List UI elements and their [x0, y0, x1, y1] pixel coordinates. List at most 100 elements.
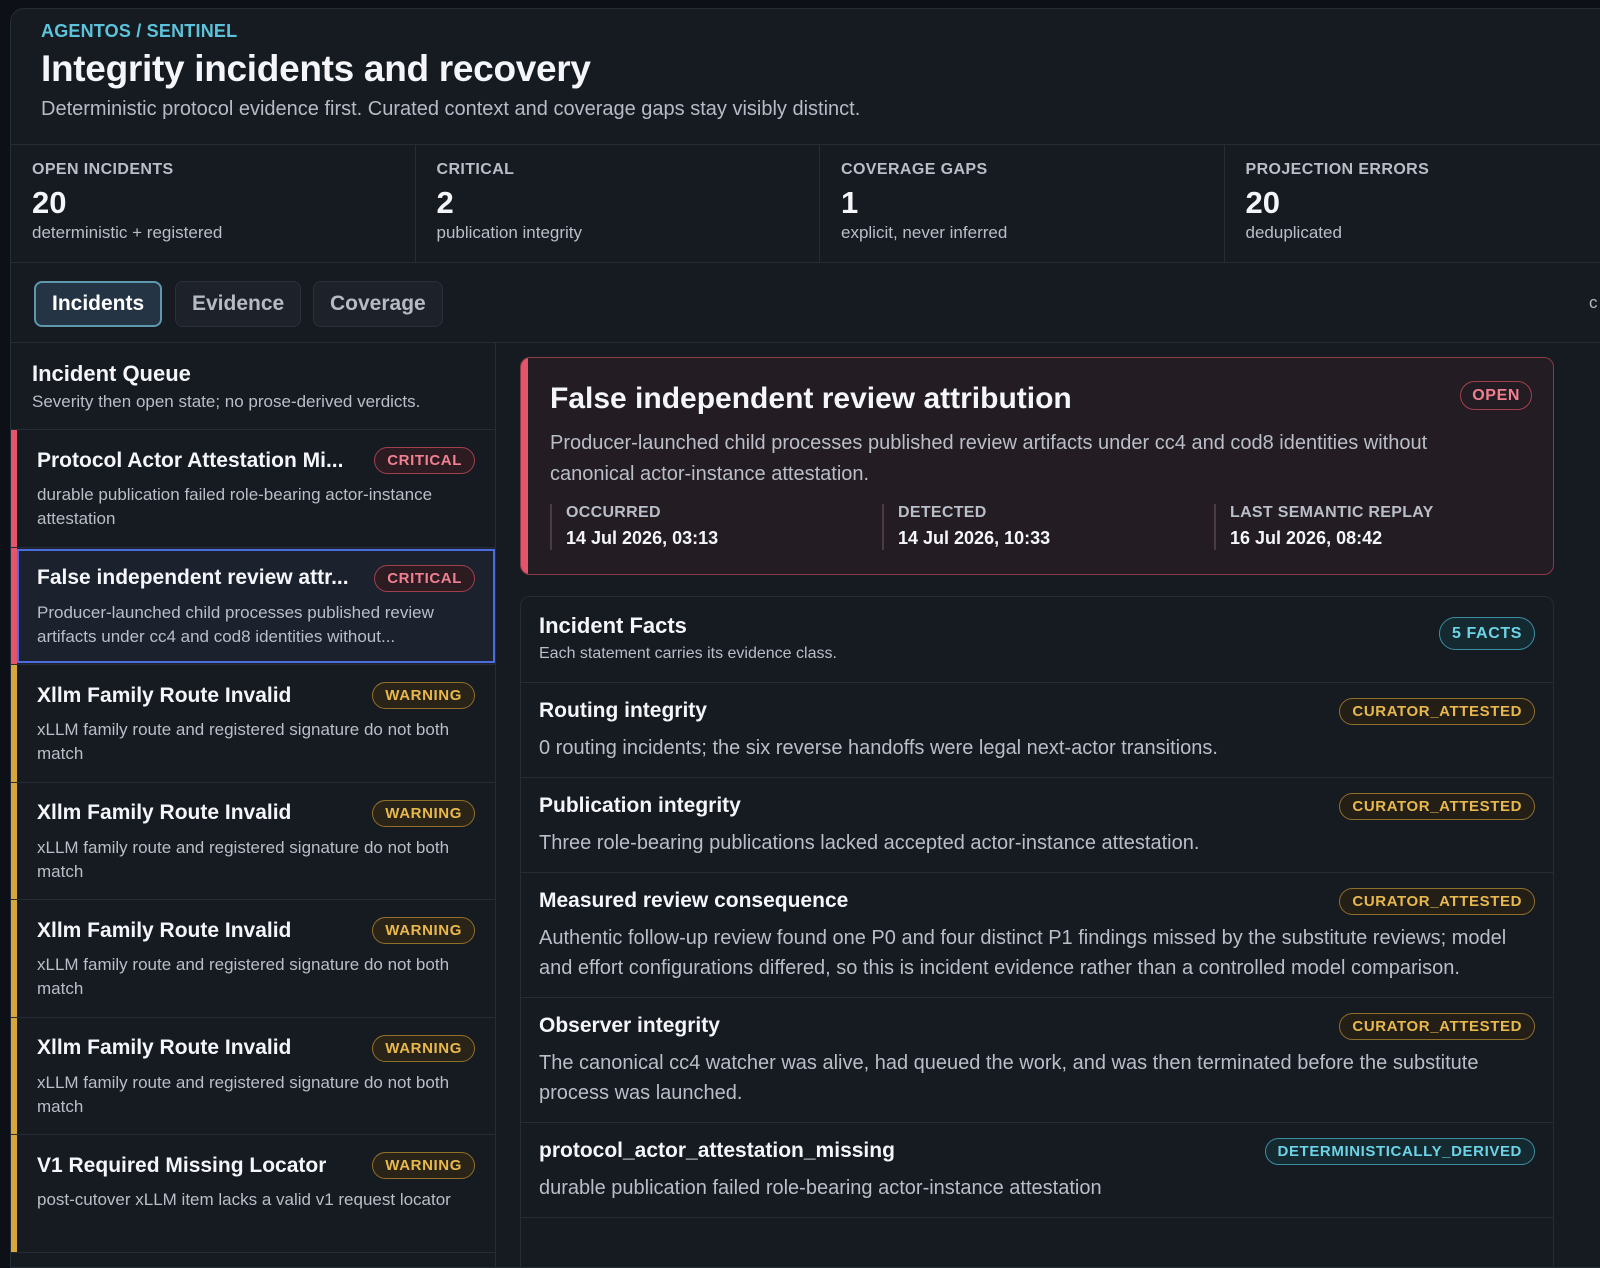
queue-item[interactable]: Protocol Actor Attestation Mi... CRITICA…: [11, 430, 495, 548]
queue-item[interactable]: Xllm Family Route Invalid WARNING xLLM f…: [11, 1018, 495, 1136]
severity-bar: [521, 358, 528, 574]
queue-item-desc: durable publication failed role-bearing …: [37, 483, 475, 531]
meta-label: DETECTED: [898, 504, 1214, 522]
severity-badge: WARNING: [372, 682, 475, 709]
stat-note: deterministic + registered: [32, 223, 394, 243]
queue-item-title: Protocol Actor Attestation Mi...: [37, 449, 343, 473]
queue-item[interactable]: V1 Required Missing Locator WARNING post…: [11, 1135, 495, 1253]
stat-value: 1: [841, 185, 1203, 221]
severity-bar: [11, 430, 17, 547]
page-header: AGENTOS / SENTINEL Integrity incidents a…: [11, 9, 1600, 145]
fact-text: durable publication failed role-bearing …: [539, 1173, 1529, 1203]
evidence-class-badge: CURATOR_ATTESTED: [1339, 1013, 1535, 1040]
stat-label: OPEN INCIDENTS: [32, 161, 394, 179]
meta-label: OCCURRED: [566, 504, 882, 522]
stat-value: 20: [1246, 185, 1600, 221]
severity-bar: [11, 1018, 17, 1135]
severity-badge: WARNING: [372, 1152, 475, 1179]
severity-badge: WARNING: [372, 917, 475, 944]
meta-label: LAST SEMANTIC REPLAY: [1230, 504, 1546, 522]
facts-header: Incident Facts Each statement carries it…: [521, 597, 1553, 683]
tab-bar: Incidents Evidence Coverage c: [11, 263, 1600, 343]
fact-text: Authentic follow-up review found one P0 …: [539, 923, 1529, 983]
evidence-class-badge: CURATOR_ATTESTED: [1339, 888, 1535, 915]
severity-badge: CRITICAL: [374, 565, 475, 592]
tabbar-edge-text[interactable]: c: [1589, 293, 1598, 313]
tab-evidence[interactable]: Evidence: [175, 281, 301, 327]
queue-title: Incident Queue: [32, 361, 474, 387]
stat-note: explicit, never inferred: [841, 223, 1203, 243]
fact-row: Measured review consequence CURATOR_ATTE…: [521, 873, 1553, 998]
fact-text: 0 routing incidents; the six reverse han…: [539, 733, 1529, 763]
app-window: AGENTOS / SENTINEL Integrity incidents a…: [10, 8, 1600, 1268]
page-title: Integrity incidents and recovery: [41, 48, 1599, 90]
queue-subtitle: Severity then open state; no prose-deriv…: [32, 392, 474, 412]
meta-value: 14 Jul 2026, 03:13: [566, 528, 882, 549]
queue-item[interactable]: Xllm Family Route Invalid WARNING xLLM f…: [11, 665, 495, 783]
stat-note: publication integrity: [437, 223, 799, 243]
severity-bar: [11, 665, 17, 782]
stat-label: CRITICAL: [437, 161, 799, 179]
page-subtitle: Deterministic protocol evidence first. C…: [41, 98, 1599, 121]
stat-projection-errors: PROJECTION ERRORS 20 deduplicated: [1225, 145, 1600, 263]
incident-facts-panel: Incident Facts Each statement carries it…: [520, 596, 1554, 1268]
fact-row: protocol_actor_attestation_missing DETER…: [521, 1123, 1553, 1218]
stat-coverage-gaps: COVERAGE GAPS 1 explicit, never inferred: [820, 145, 1225, 263]
queue-item-title: False independent review attr...: [37, 566, 349, 590]
meta-value: 14 Jul 2026, 10:33: [898, 528, 1214, 549]
incident-timestamps: OCCURRED 14 Jul 2026, 03:13 DETECTED 14 …: [550, 504, 1546, 550]
status-badge: OPEN: [1460, 381, 1532, 410]
incident-queue: Incident Queue Severity then open state;…: [11, 343, 496, 1268]
meta-last-replay: LAST SEMANTIC REPLAY 16 Jul 2026, 08:42: [1214, 504, 1546, 550]
queue-item-selected[interactable]: False independent review attr... CRITICA…: [11, 548, 495, 666]
stat-value: 2: [437, 185, 799, 221]
tab-incidents[interactable]: Incidents: [34, 281, 162, 327]
evidence-class-badge: CURATOR_ATTESTED: [1339, 793, 1535, 820]
queue-item-title: Xllm Family Route Invalid: [37, 684, 291, 708]
queue-item-title: V1 Required Missing Locator: [37, 1154, 326, 1178]
meta-detected: DETECTED 14 Jul 2026, 10:33: [882, 504, 1214, 550]
facts-count-badge: 5 FACTS: [1439, 617, 1535, 650]
breadcrumb[interactable]: AGENTOS / SENTINEL: [41, 21, 1599, 42]
severity-bar: [11, 1135, 17, 1252]
incident-description: Producer-launched child processes publis…: [550, 428, 1450, 490]
queue-item-desc: xLLM family route and registered signatu…: [37, 1071, 475, 1119]
severity-bar: [11, 900, 17, 1017]
queue-item-desc: Producer-launched child processes publis…: [37, 601, 475, 649]
queue-item-title: Xllm Family Route Invalid: [37, 801, 291, 825]
facts-title: Incident Facts: [539, 613, 1535, 639]
severity-bar: [11, 548, 17, 665]
queue-item-title: Xllm Family Route Invalid: [37, 919, 291, 943]
meta-occurred: OCCURRED 14 Jul 2026, 03:13: [550, 504, 882, 550]
fact-row: Routing integrity CURATOR_ATTESTED 0 rou…: [521, 683, 1553, 778]
queue-header: Incident Queue Severity then open state;…: [11, 343, 495, 430]
meta-value: 16 Jul 2026, 08:42: [1230, 528, 1546, 549]
stat-label: COVERAGE GAPS: [841, 161, 1203, 179]
queue-item-desc: xLLM family route and registered signatu…: [37, 718, 475, 766]
evidence-class-badge: CURATOR_ATTESTED: [1339, 698, 1535, 725]
severity-badge: CRITICAL: [374, 447, 475, 474]
incident-detail-card: False independent review attribution OPE…: [520, 357, 1554, 575]
stat-note: deduplicated: [1246, 223, 1600, 243]
stat-critical: CRITICAL 2 publication integrity: [416, 145, 821, 263]
fact-text: The canonical cc4 watcher was alive, had…: [539, 1048, 1529, 1108]
queue-item[interactable]: Xllm Family Route Invalid WARNING xLLM f…: [11, 900, 495, 1018]
queue-item-desc: post-cutover xLLM item lacks a valid v1 …: [37, 1188, 475, 1212]
stat-open-incidents: OPEN INCIDENTS 20 deterministic + regist…: [11, 145, 416, 263]
evidence-class-badge: DETERMINISTICALLY_DERIVED: [1265, 1138, 1535, 1165]
severity-bar: [11, 783, 17, 900]
severity-badge: WARNING: [372, 800, 475, 827]
facts-subtitle: Each statement carries its evidence clas…: [539, 645, 1535, 663]
queue-item-desc: xLLM family route and registered signatu…: [37, 836, 475, 884]
stat-value: 20: [32, 185, 394, 221]
stat-label: PROJECTION ERRORS: [1246, 161, 1600, 179]
fact-row: Publication integrity CURATOR_ATTESTED T…: [521, 778, 1553, 873]
queue-item-title: Xllm Family Route Invalid: [37, 1036, 291, 1060]
incident-title: False independent review attribution: [550, 382, 1072, 416]
stats-row: OPEN INCIDENTS 20 deterministic + regist…: [11, 145, 1600, 263]
fact-text: Three role-bearing publications lacked a…: [539, 828, 1529, 858]
severity-badge: WARNING: [372, 1035, 475, 1062]
fact-row: Observer integrity CURATOR_ATTESTED The …: [521, 998, 1553, 1123]
tab-coverage[interactable]: Coverage: [313, 281, 443, 327]
queue-item[interactable]: Xllm Family Route Invalid WARNING xLLM f…: [11, 783, 495, 901]
